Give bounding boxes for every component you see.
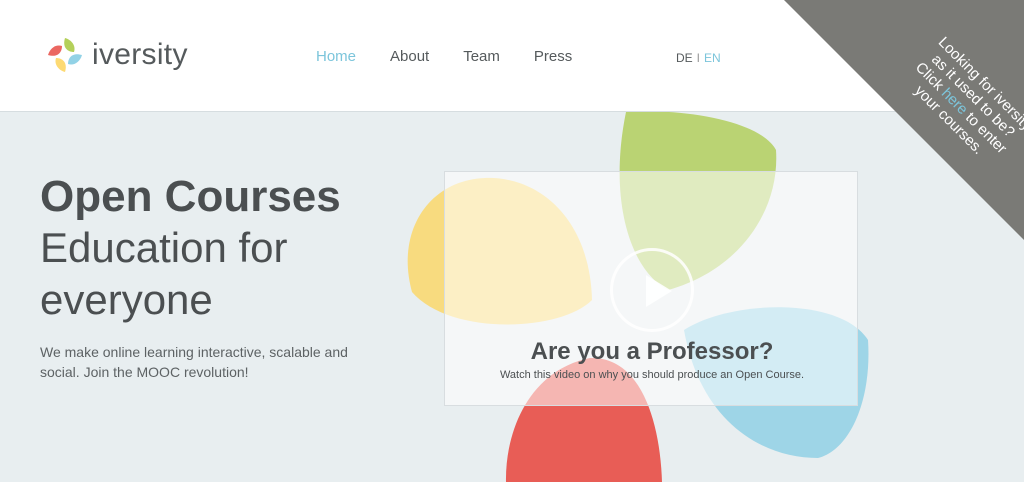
legacy-site-banner: Looking for iversity as it used to be? C… — [784, 0, 1024, 240]
lang-separator: I — [696, 51, 701, 65]
iversity-logo-icon — [48, 38, 82, 72]
lang-en[interactable]: EN — [704, 51, 721, 65]
video-subtitle: Watch this video on why you should produ… — [499, 369, 805, 381]
brand-name: iversity — [92, 38, 188, 71]
main-nav: Home About Team Press — [316, 48, 606, 65]
nav-about[interactable]: About — [390, 48, 429, 65]
play-icon[interactable] — [610, 248, 694, 332]
video-title: Are you a Professor? — [530, 338, 774, 365]
nav-press[interactable]: Press — [534, 48, 572, 65]
language-switcher: DE I EN — [676, 51, 721, 65]
nav-team[interactable]: Team — [463, 48, 500, 65]
lang-de[interactable]: DE — [676, 51, 693, 65]
logo-link[interactable]: iversity — [44, 34, 188, 76]
nav-home[interactable]: Home — [316, 48, 356, 65]
